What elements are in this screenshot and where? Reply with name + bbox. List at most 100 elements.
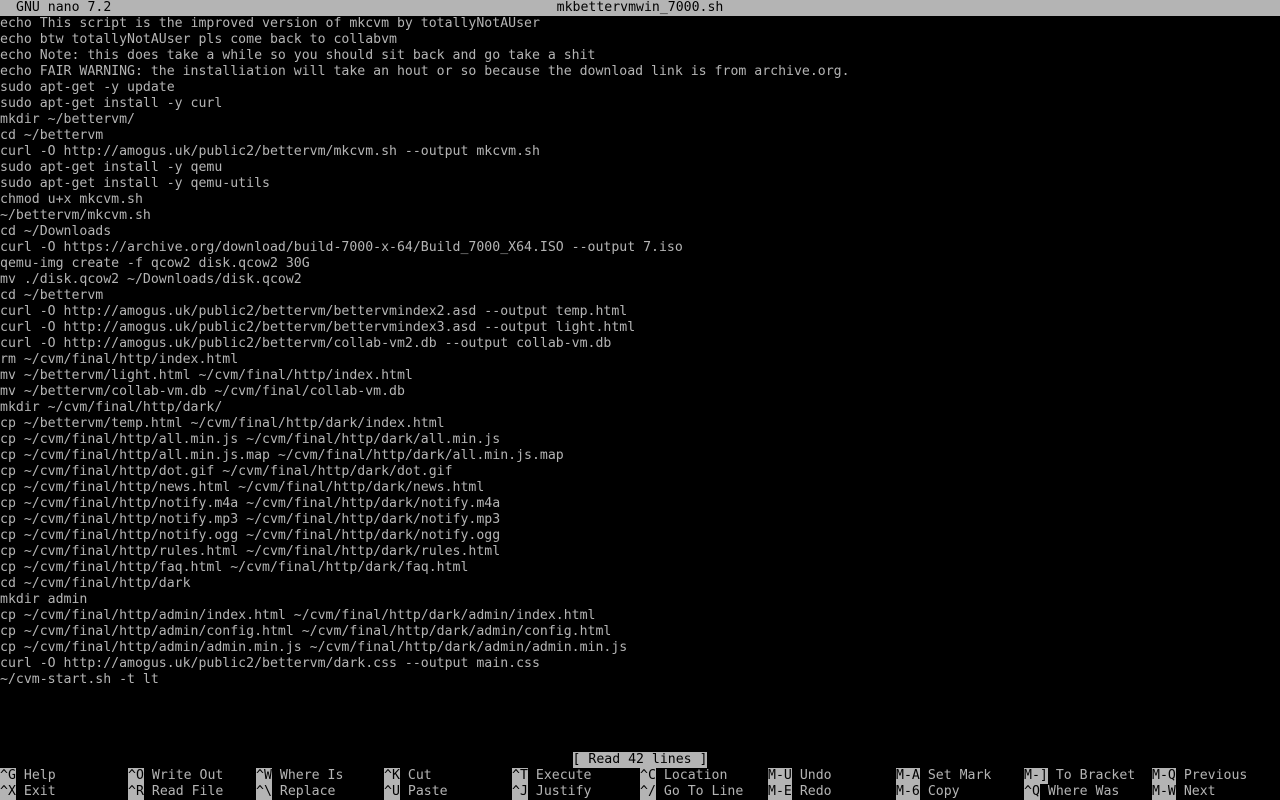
editor-line[interactable]: qemu-img create -f qcow2 disk.qcow2 30G <box>0 256 1280 272</box>
editor-line[interactable]: sudo apt-get install -y curl <box>0 96 1280 112</box>
editor-line[interactable]: cp ~/cvm/final/http/all.min.js.map ~/cvm… <box>0 448 1280 464</box>
shortcut-key: M-W <box>1152 784 1176 800</box>
shortcut-label: Read File <box>151 784 224 799</box>
shortcut-key: ^G <box>0 768 16 784</box>
shortcut-label: Exit <box>23 784 56 799</box>
shortcut-label: Go To Line <box>663 784 744 799</box>
shortcut-key: ^U <box>384 784 400 800</box>
editor-line[interactable]: cp ~/cvm/final/http/admin/admin.min.js ~… <box>0 640 1280 656</box>
app-name: GNU nano 7.2 <box>16 0 112 15</box>
shortcut-item[interactable]: M-U Undo <box>768 768 832 784</box>
shortcut-key: ^\ <box>256 784 272 800</box>
editor-line[interactable]: echo FAIR WARNING: the installiation wil… <box>0 64 1280 80</box>
shortcut-label: Previous <box>1183 768 1248 783</box>
shortcut-item[interactable]: ^K Cut <box>384 768 432 784</box>
shortcut-key: M-A <box>896 768 920 784</box>
editor-line[interactable]: curl -O http://amogus.uk/public2/betterv… <box>0 144 1280 160</box>
shortcut-key: M-U <box>768 768 792 784</box>
shortcut-label: Location <box>663 768 728 783</box>
editor-line[interactable]: cd ~/Downloads <box>0 224 1280 240</box>
editor-line[interactable]: cp ~/cvm/final/http/news.html ~/cvm/fina… <box>0 480 1280 496</box>
shortcut-label: Where Is <box>279 768 344 783</box>
shortcut-label: To Bracket <box>1055 768 1136 783</box>
editor-line[interactable]: curl -O http://amogus.uk/public2/betterv… <box>0 656 1280 672</box>
shortcut-key: ^Q <box>1024 784 1040 800</box>
shortcut-label: Undo <box>799 768 832 783</box>
editor-line[interactable]: mv ~/bettervm/light.html ~/cvm/final/htt… <box>0 368 1280 384</box>
shortcut-item[interactable]: ^C Location <box>640 768 727 784</box>
editor-line[interactable]: sudo apt-get install -y qemu <box>0 160 1280 176</box>
shortcut-label: Replace <box>279 784 336 799</box>
shortcut-label: Set Mark <box>927 768 992 783</box>
shortcut-key: ^W <box>256 768 272 784</box>
editor-line[interactable]: cp ~/cvm/final/http/notify.ogg ~/cvm/fin… <box>0 528 1280 544</box>
editor-line[interactable]: cd ~/bettervm <box>0 128 1280 144</box>
editor-line[interactable]: rm ~/cvm/final/http/index.html <box>0 352 1280 368</box>
editor-line[interactable]: mv ./disk.qcow2 ~/Downloads/disk.qcow2 <box>0 272 1280 288</box>
shortcut-item[interactable]: ^J Justify <box>512 784 591 800</box>
status-message: [ Read 42 lines ] <box>572 752 708 768</box>
editor-line[interactable]: curl -O http://amogus.uk/public2/betterv… <box>0 304 1280 320</box>
shortcut-label: Next <box>1183 784 1216 799</box>
shortcut-item[interactable]: ^W Where Is <box>256 768 343 784</box>
shortcut-item[interactable]: M-E Redo <box>768 784 832 800</box>
editor-line[interactable]: cp ~/cvm/final/http/admin/config.html ~/… <box>0 624 1280 640</box>
shortcut-item[interactable]: ^X Exit <box>0 784 56 800</box>
shortcut-key: ^R <box>128 784 144 800</box>
shortcut-key: ^J <box>512 784 528 800</box>
shortcut-key: ^/ <box>640 784 656 800</box>
editor-line[interactable]: echo Note: this does take a while so you… <box>0 48 1280 64</box>
shortcut-key: ^O <box>128 768 144 784</box>
editor-line[interactable]: cp ~/cvm/final/http/dot.gif ~/cvm/final/… <box>0 464 1280 480</box>
editor-line[interactable]: echo btw totallyNotAUser pls come back t… <box>0 32 1280 48</box>
editor-line[interactable]: cp ~/bettervm/temp.html ~/cvm/final/http… <box>0 416 1280 432</box>
editor-line[interactable]: cp ~/cvm/final/http/notify.m4a ~/cvm/fin… <box>0 496 1280 512</box>
editor-line[interactable]: curl -O http://amogus.uk/public2/betterv… <box>0 336 1280 352</box>
editor-line[interactable]: cd ~/cvm/final/http/dark <box>0 576 1280 592</box>
editor-line[interactable]: curl -O https://archive.org/download/bui… <box>0 240 1280 256</box>
shortcut-item[interactable]: ^O Write Out <box>128 768 223 784</box>
shortcut-item[interactable]: ^G Help <box>0 768 56 784</box>
editor-line[interactable]: curl -O http://amogus.uk/public2/betterv… <box>0 320 1280 336</box>
editor-line[interactable]: ~/cvm-start.sh -t lt <box>0 672 1280 688</box>
editor-line[interactable]: echo This script is the improved version… <box>0 16 1280 32</box>
shortcut-item[interactable]: M-6 Copy <box>896 784 960 800</box>
shortcut-label: Execute <box>535 768 592 783</box>
shortcut-label: Help <box>23 768 56 783</box>
editor-line[interactable]: cp ~/cvm/final/http/rules.html ~/cvm/fin… <box>0 544 1280 560</box>
shortcut-item[interactable]: ^Q Where Was <box>1024 784 1119 800</box>
editor-line[interactable]: mv ~/bettervm/collab-vm.db ~/cvm/final/c… <box>0 384 1280 400</box>
editor-line[interactable]: cp ~/cvm/final/http/faq.html ~/cvm/final… <box>0 560 1280 576</box>
shortcut-label: Justify <box>535 784 592 799</box>
editor-line[interactable]: ~/bettervm/mkcvm.sh <box>0 208 1280 224</box>
shortcut-key: ^K <box>384 768 400 784</box>
editor-line[interactable]: mkdir ~/bettervm/ <box>0 112 1280 128</box>
title-bar: mkbettervmwin_7000.sh GNU nano 7.2 <box>0 0 1280 16</box>
shortcut-bar-top: ^G Help ^O Write Out ^W Where Is ^K Cut ^T Execut… <box>0 768 1280 784</box>
shortcut-label: Where Was <box>1047 784 1120 799</box>
shortcut-key: M-Q <box>1152 768 1176 784</box>
editor-line[interactable]: cp ~/cvm/final/http/admin/index.html ~/c… <box>0 608 1280 624</box>
editor-line[interactable]: cp ~/cvm/final/http/all.min.js ~/cvm/fin… <box>0 432 1280 448</box>
editor-line[interactable]: sudo apt-get install -y qemu-utils <box>0 176 1280 192</box>
editor-line[interactable]: chmod u+x mkcvm.sh <box>0 192 1280 208</box>
shortcut-item[interactable]: ^R Read File <box>128 784 223 800</box>
shortcut-key: M-] <box>1024 768 1048 784</box>
editor-line[interactable]: mkdir ~/cvm/final/http/dark/ <box>0 400 1280 416</box>
shortcut-item[interactable]: ^\ Replace <box>256 784 335 800</box>
editor-line[interactable]: sudo apt-get -y update <box>0 80 1280 96</box>
shortcut-key: M-6 <box>896 784 920 800</box>
shortcut-item[interactable]: ^/ Go To Line <box>640 784 743 800</box>
shortcut-item[interactable]: ^U Paste <box>384 784 448 800</box>
editor-buffer[interactable]: echo This script is the improved version… <box>0 16 1280 736</box>
shortcut-item[interactable]: M-] To Bracket <box>1024 768 1135 784</box>
shortcut-item[interactable]: M-W Next <box>1152 784 1216 800</box>
shortcut-item[interactable]: M-A Set Mark <box>896 768 991 784</box>
editor-line[interactable]: cd ~/bettervm <box>0 288 1280 304</box>
shortcut-item[interactable]: M-Q Previous <box>1152 768 1247 784</box>
shortcut-label: Write Out <box>151 768 224 783</box>
editor-line[interactable]: mkdir admin <box>0 592 1280 608</box>
status-bar: [ Read 42 lines ] <box>0 752 1280 768</box>
editor-line[interactable]: cp ~/cvm/final/http/notify.mp3 ~/cvm/fin… <box>0 512 1280 528</box>
shortcut-item[interactable]: ^T Execute <box>512 768 591 784</box>
